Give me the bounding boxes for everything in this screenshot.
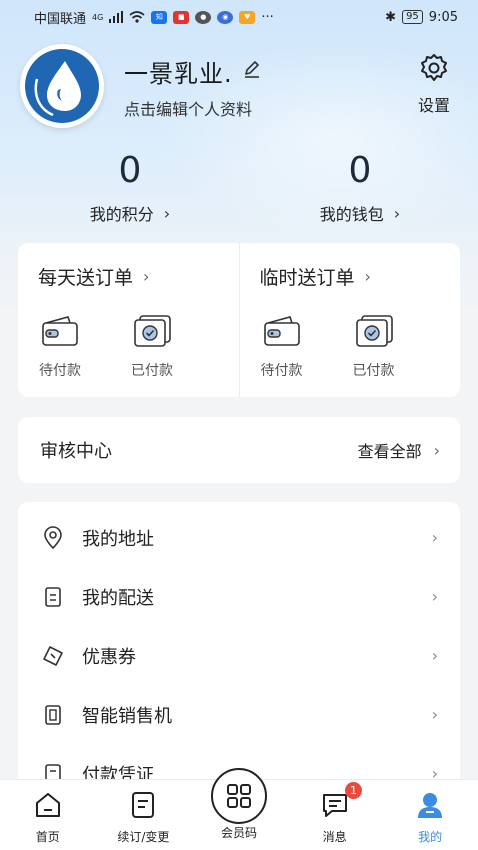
tab-label: 首页 — [35, 830, 60, 844]
signal-icon — [109, 11, 124, 23]
edit-pencil-icon[interactable] — [242, 59, 262, 79]
tab-label: 续订/变更 — [117, 830, 170, 844]
delivery-doc-icon — [45, 586, 61, 607]
menu-list: 我的地址 › 我的配送 › 优惠券 › 智能销售机 › 付款凭证 › — [18, 502, 460, 802]
user-profile-icon — [418, 793, 443, 818]
status-bar: 中国联通 4G 知 ■ ● ◉ ♥ ··· ✱ 95 9:05 — [0, 0, 478, 34]
menu-item-address[interactable]: 我的地址 › — [18, 508, 460, 567]
tab-home[interactable]: 首页 — [0, 780, 96, 850]
points-stat[interactable]: 0 我的积分 › — [40, 150, 220, 225]
temp-orders-header[interactable]: 临时送订单 › — [260, 263, 441, 290]
tab-label: 会员码 — [220, 826, 257, 840]
view-all-link[interactable]: 查看全部 — [358, 438, 422, 462]
daily-paid[interactable]: 已付款 — [130, 314, 174, 380]
chevron-right-icon: › — [431, 587, 438, 606]
avatar[interactable] — [20, 44, 104, 128]
chevron-right-icon: › — [431, 705, 438, 724]
chevron-right-icon: › — [143, 267, 150, 286]
temp-paid[interactable]: 已付款 — [352, 314, 396, 380]
gear-icon — [421, 54, 447, 81]
tab-renew[interactable]: 续订/变更 — [96, 780, 192, 850]
daily-orders-header[interactable]: 每天送订单 › — [38, 263, 219, 290]
menu-item-label: 我的地址 — [82, 528, 154, 550]
temp-orders-title: 临时送订单 — [259, 267, 355, 289]
paid-check-icon — [355, 315, 393, 347]
app-notification-icon: ◉ — [217, 10, 234, 24]
zhihu-app-icon: 知 — [151, 10, 168, 24]
app-notification-icon: ♥ — [239, 10, 256, 24]
tab-label: 我的 — [418, 830, 443, 844]
chevron-right-icon: › — [431, 528, 438, 547]
daily-pending-label: 待付款 — [39, 363, 81, 379]
wallet-icon — [263, 316, 300, 346]
bluetooth-icon: ✱ — [385, 9, 397, 25]
coupon-icon — [43, 645, 63, 666]
wallet-label: 我的钱包 — [319, 205, 384, 224]
temp-orders-section: 临时送订单 › 待付款 已付款 — [238, 243, 461, 397]
chevron-right-icon: › — [163, 203, 171, 223]
audit-center-title: 审核中心 — [40, 441, 112, 462]
menu-item-delivery[interactable]: 我的配送 › — [18, 567, 460, 626]
wifi-icon — [129, 11, 145, 23]
carrier-name: 中国联通 — [34, 11, 87, 27]
vending-machine-icon — [45, 704, 61, 725]
settings-label: 设置 — [417, 96, 450, 115]
temp-pending-payment[interactable]: 待付款 — [260, 314, 304, 380]
edit-profile-hint[interactable]: 点击编辑个人资料 — [124, 96, 252, 120]
username[interactable]: 一景乳业. — [124, 54, 233, 89]
temp-pending-label: 待付款 — [260, 363, 303, 379]
menu-item-vending-machine[interactable]: 智能销售机 › — [18, 685, 460, 744]
location-pin-icon — [44, 525, 62, 549]
wallet-icon — [42, 316, 78, 346]
audit-center-row[interactable]: 审核中心 查看全部 › — [18, 417, 460, 483]
document-edit-icon — [132, 792, 155, 818]
tab-label: 消息 — [322, 830, 347, 844]
milk-drop-logo-icon — [34, 61, 81, 117]
app-notification-icon: ■ — [173, 10, 190, 24]
messages-badge: 1 — [345, 782, 362, 799]
battery-icon: 95 — [402, 10, 423, 24]
more-notifications-icon: ··· — [261, 9, 274, 25]
chevron-right-icon: › — [364, 267, 371, 286]
chevron-right-icon: › — [431, 646, 438, 665]
daily-orders-section: 每天送订单 › 待付款 已付款 — [18, 243, 239, 397]
menu-item-coupons[interactable]: 优惠券 › — [18, 626, 460, 685]
paid-check-icon — [134, 315, 171, 347]
daily-paid-label: 已付款 — [131, 363, 173, 379]
chevron-right-icon: › — [393, 203, 401, 223]
clock: 9:05 — [428, 9, 458, 25]
orders-card: 每天送订单 › 待付款 已付款 临时送订单 › 待付款 已付款 — [18, 243, 460, 397]
points-label: 我的积分 — [89, 205, 154, 224]
grid-apps-icon — [227, 784, 251, 808]
tab-messages[interactable]: 消息 — [287, 780, 383, 850]
menu-item-label: 我的配送 — [82, 587, 154, 609]
tab-mine[interactable]: 我的 — [382, 780, 478, 850]
daily-orders-title: 每天送订单 — [38, 267, 134, 289]
home-icon — [35, 793, 60, 817]
wallet-value: 0 — [348, 150, 372, 191]
daily-pending-payment[interactable]: 待付款 — [38, 314, 82, 380]
points-value: 0 — [118, 150, 142, 191]
app-notification-icon: ● — [195, 10, 212, 24]
member-code-button[interactable] — [211, 768, 267, 824]
chevron-right-icon: › — [433, 440, 440, 460]
menu-item-label: 智能销售机 — [82, 705, 172, 727]
network-type: 4G — [92, 12, 104, 22]
settings-button[interactable]: 设置 — [406, 52, 462, 116]
menu-item-label: 优惠券 — [82, 646, 136, 668]
wallet-stat[interactable]: 0 我的钱包 › — [270, 150, 450, 225]
temp-paid-label: 已付款 — [352, 363, 395, 379]
